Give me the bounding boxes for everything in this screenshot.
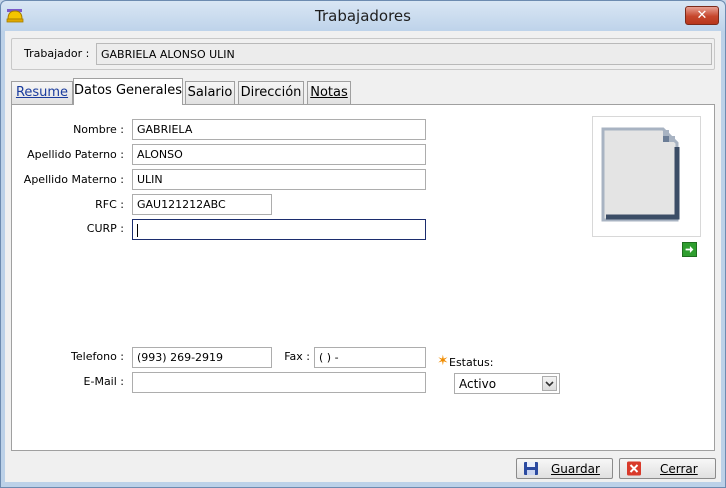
- photo-frame[interactable]: [592, 116, 701, 237]
- estatus-label: Estatus:: [449, 356, 494, 369]
- tab-salario[interactable]: Salario: [185, 81, 235, 104]
- apellido-materno-label: Apellido Materno :: [23, 173, 124, 186]
- apellido-materno-input[interactable]: ULIN: [132, 169, 426, 190]
- email-label: E-Mail :: [83, 375, 124, 388]
- window: Trabajadores ✕ Trabajador : GABRIELA ALO…: [0, 0, 726, 488]
- chevron-down-icon[interactable]: [542, 376, 557, 391]
- nombre-input[interactable]: GABRIELA: [132, 119, 426, 140]
- worker-header: Trabajador : GABRIELA ALONSO ULIN: [11, 38, 715, 70]
- save-button-label: Guardar: [551, 462, 600, 476]
- nombre-label: Nombre :: [73, 123, 124, 136]
- close-button-label: Cerrar: [660, 462, 698, 476]
- blank-document-icon: [601, 127, 680, 222]
- apellido-paterno-label: Apellido Paterno :: [27, 148, 124, 161]
- estatus-value: Activo: [459, 377, 497, 391]
- text-caret: [137, 223, 138, 237]
- rfc-label: RFC :: [95, 198, 124, 211]
- client-area: Trabajador : GABRIELA ALONSO ULIN Resume…: [5, 31, 721, 482]
- telefono-label: Telefono :: [71, 350, 124, 363]
- close-button[interactable]: Cerrar: [619, 458, 716, 479]
- titlebar[interactable]: Trabajadores ✕: [1, 1, 725, 31]
- tab-notas[interactable]: Notas: [307, 81, 351, 104]
- save-button[interactable]: Guardar: [516, 458, 613, 479]
- close-window-button[interactable]: ✕: [685, 6, 719, 25]
- fax-input[interactable]: ( ) -: [314, 347, 426, 368]
- tab-direccion[interactable]: Dirección: [238, 81, 304, 104]
- curp-label: CURP :: [86, 222, 124, 235]
- curp-input[interactable]: [132, 219, 426, 240]
- red-x-icon: [627, 461, 641, 476]
- arrow-right-icon[interactable]: [682, 242, 697, 257]
- rfc-input[interactable]: GAU121212ABC: [132, 194, 272, 215]
- floppy-disk-icon: [524, 462, 538, 475]
- estatus-select[interactable]: Activo: [454, 373, 560, 394]
- apellido-paterno-input[interactable]: ALONSO: [132, 144, 426, 165]
- required-star-icon: ✶: [437, 353, 449, 369]
- fax-label: Fax :: [284, 350, 310, 363]
- email-input[interactable]: [132, 372, 426, 393]
- datos-generales-panel: Nombre : GABRIELA Apellido Paterno : ALO…: [11, 104, 715, 451]
- window-title: Trabajadores: [315, 7, 411, 25]
- worker-label: Trabajador :: [24, 47, 90, 60]
- tab-resume[interactable]: Resume: [11, 81, 73, 104]
- worker-name-field: GABRIELA ALONSO ULIN: [96, 43, 712, 65]
- tab-datos-generales[interactable]: Datos Generales: [73, 78, 183, 105]
